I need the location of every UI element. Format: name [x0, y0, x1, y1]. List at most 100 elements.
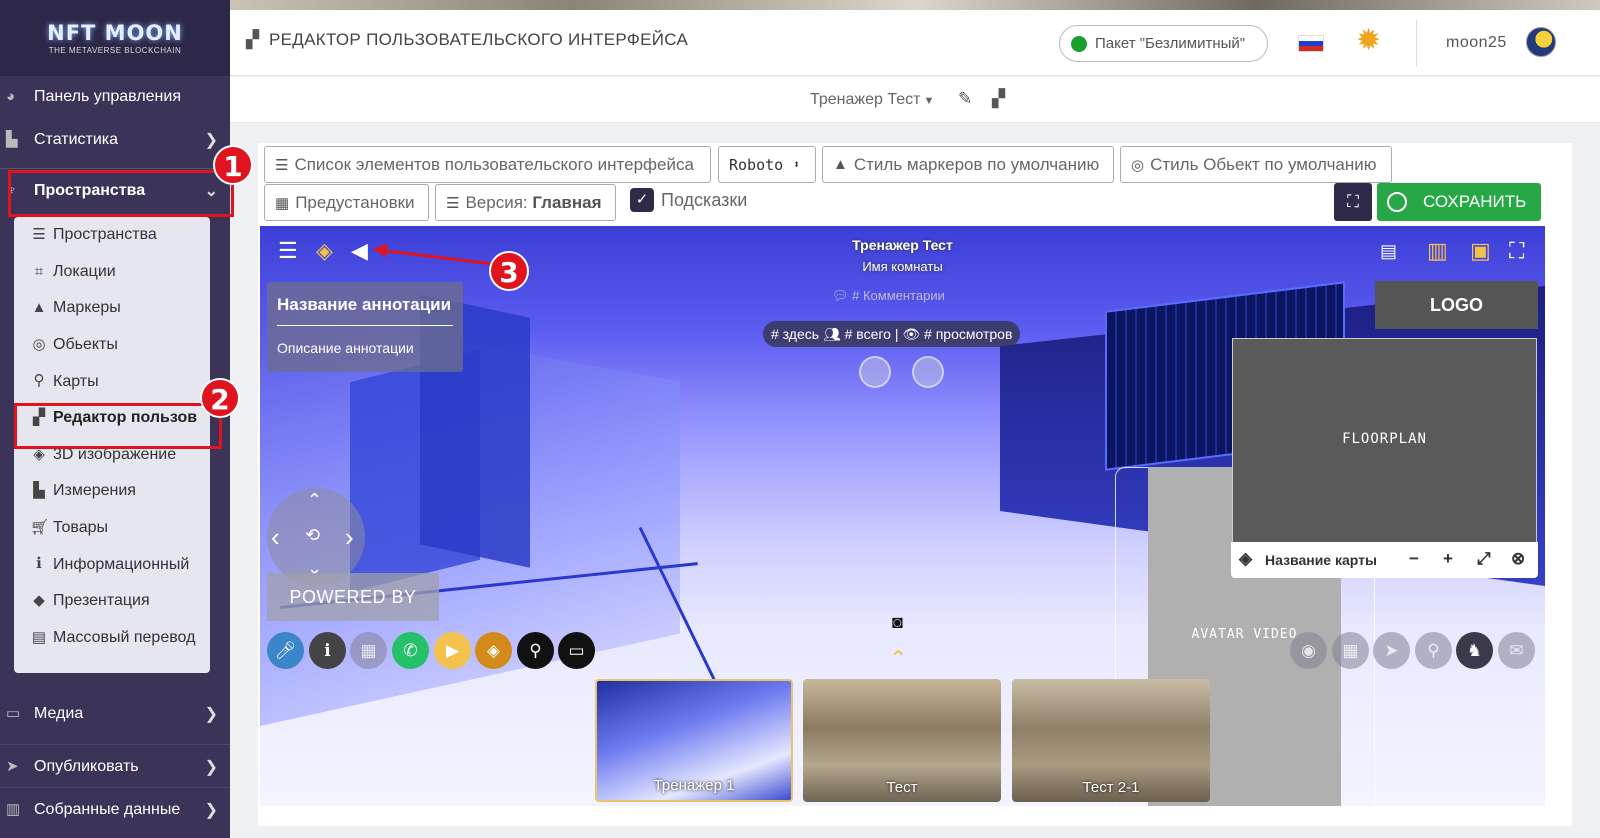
- step-badge-1: 1: [213, 145, 253, 185]
- vr-headset-icon[interactable]: ◙: [892, 612, 903, 633]
- submenu-presentation[interactable]: ◆ Презентация: [14, 583, 210, 620]
- chevron-left-icon[interactable]: ‹: [271, 522, 280, 553]
- panorama-hotspot[interactable]: [859, 356, 891, 388]
- status-dot-icon: [1071, 36, 1087, 52]
- speaker-icon[interactable]: ◀︎: [351, 239, 368, 263]
- gallery-button[interactable]: ▦: [1332, 632, 1369, 669]
- chevron-up-icon[interactable]: ⌃: [307, 490, 322, 511]
- navigation-joystick[interactable]: ⌃ ‹ ⟲ › ⌄: [267, 488, 365, 586]
- expand-icon[interactable]: ⤢: [1477, 549, 1491, 569]
- room-thumbnail[interactable]: Тренажер 1: [595, 679, 793, 802]
- video-call-button[interactable]: ▶: [434, 632, 471, 669]
- header-divider: [1416, 20, 1417, 66]
- close-icon[interactable]: ⊗: [1511, 549, 1525, 569]
- chevron-right-icon: ❯: [204, 802, 218, 819]
- floorplan-panel[interactable]: FLOORPLAN: [1232, 338, 1537, 543]
- telegram-button[interactable]: ➤: [1373, 632, 1410, 669]
- chevron-right-icon[interactable]: ›: [345, 522, 354, 553]
- target-icon: ◎: [1131, 156, 1145, 174]
- plus-icon[interactable]: +: [1443, 549, 1453, 569]
- submenu-info[interactable]: ℹ Информационный: [14, 546, 210, 583]
- minus-icon[interactable]: −: [1409, 549, 1419, 569]
- layers-icon[interactable]: ◈: [316, 239, 333, 263]
- nav-statistics[interactable]: ▙ Статистика ❯: [0, 118, 230, 162]
- tour-viewer[interactable]: ☰ ◈ ◀︎ Тренажер Тест Имя комнаты 💬︎ # Ко…: [260, 226, 1545, 806]
- gallery-button[interactable]: ▦: [350, 632, 387, 669]
- nav-collected-data[interactable]: ▥ Собранные данные ❯: [0, 787, 230, 831]
- room-thumbnail[interactable]: Тест 2-1: [1012, 679, 1210, 802]
- visitor-stats: # здесь 👥︎ # всего | 👁︎ # просмотров: [763, 321, 1021, 347]
- 3d-object-button[interactable]: ◈: [475, 632, 512, 669]
- comments-label: # Комментарии: [852, 288, 945, 303]
- username[interactable]: moon25: [1446, 34, 1507, 52]
- plan-badge[interactable]: Пакет "Безлимитный": [1059, 25, 1268, 62]
- russian-flag-icon[interactable]: [1298, 35, 1324, 52]
- location-pin-button[interactable]: ⚲: [517, 632, 554, 669]
- list-icon: ☰: [32, 226, 46, 243]
- info-button[interactable]: ℹ: [309, 632, 346, 669]
- nav-dashboard[interactable]: ◕ Панель управления: [0, 75, 230, 119]
- presentation-button[interactable]: ▭: [558, 632, 595, 669]
- avatar[interactable]: [1526, 27, 1556, 57]
- chat-button[interactable]: ✉: [1498, 632, 1535, 669]
- stats-total: # всего: [844, 326, 891, 342]
- app-logo[interactable]: NFT MOON THE METAVERSE BLOCKCHAIN: [0, 0, 230, 76]
- rotate-icon[interactable]: ⟲: [305, 525, 320, 546]
- submenu-objects[interactable]: ◎ Обьекты: [14, 327, 210, 364]
- menu-icon[interactable]: ☰: [278, 239, 298, 263]
- camera-button[interactable]: ◉: [1290, 632, 1327, 669]
- fullscreen-button[interactable]: ⛶: [1334, 183, 1372, 221]
- font-value: Roboto: [729, 155, 784, 174]
- hints-toggle[interactable]: ✓ Подсказки: [630, 188, 747, 212]
- location-pin-button[interactable]: ⚲: [1415, 632, 1452, 669]
- chevron-up-icon[interactable]: ⌃: [889, 646, 907, 672]
- marker-style-button[interactable]: ▲ Стиль маркеров по умолчанию: [822, 146, 1114, 183]
- media-icon: ▭: [6, 705, 21, 722]
- checkbox-checked-icon[interactable]: ✓: [630, 188, 654, 212]
- submenu-measurements[interactable]: ▙ Измерения: [14, 473, 210, 510]
- submenu-mass-translate[interactable]: ▤ Массовый перевод: [14, 620, 210, 657]
- presets-button[interactable]: ▦ Предустановки: [264, 184, 429, 221]
- annotation-card: Название аннотации Описание аннотации: [267, 282, 463, 372]
- nav-media[interactable]: ▭ Медиа ❯: [0, 692, 230, 736]
- submenu-spaces[interactable]: ☰ Пространства: [14, 217, 210, 254]
- page-title: ▞ РЕДАКТОР ПОЛЬЗОВАТЕЛЬСКОГО ИНТЕРФЕЙСА: [246, 30, 688, 50]
- highlight-spaces: [8, 170, 234, 217]
- button-label: Предустановки: [295, 192, 415, 212]
- sun-icon[interactable]: ✹: [1356, 26, 1381, 56]
- object-style-button[interactable]: ◎ Стиль Обьект по умолчанию: [1120, 146, 1392, 183]
- edit-icon[interactable]: ✎: [958, 89, 972, 109]
- submenu-maps[interactable]: ⚲ Карты: [14, 363, 210, 400]
- font-select[interactable]: Roboto ⬍: [718, 146, 816, 183]
- tour-selector[interactable]: Тренажер Тест ▼: [810, 91, 934, 109]
- submenu-label: Информационный: [53, 555, 190, 573]
- panorama-hotspot[interactable]: [912, 356, 944, 388]
- us-flag-icon[interactable]: ▤: [1380, 239, 1397, 263]
- submenu-markers[interactable]: ▲ Маркеры: [14, 290, 210, 327]
- powered-by-badge[interactable]: POWERED BY: [267, 573, 439, 621]
- dashboard-icon: ◕: [6, 88, 16, 105]
- caret-down-icon: ▼: [923, 95, 935, 107]
- image-icon: ▲: [833, 156, 848, 173]
- room-thumbnail[interactable]: Тест: [803, 679, 1001, 802]
- stats-separator: |: [894, 326, 899, 342]
- avatar-button[interactable]: ♞: [1456, 632, 1493, 669]
- floorplan-icon[interactable]: ▣: [1470, 239, 1491, 263]
- translate-icon: ▤: [31, 628, 47, 646]
- map-icon[interactable]: ▥: [1427, 239, 1448, 263]
- nav-label: Медиа: [34, 705, 84, 722]
- version-button[interactable]: ☰ Версия: Главная: [435, 184, 616, 221]
- submenu-label: Товары: [53, 519, 109, 537]
- fullscreen-icon[interactable]: ⛶: [1509, 239, 1524, 263]
- comments-count[interactable]: 💬︎ # Комментарии: [832, 288, 945, 304]
- nav-publish[interactable]: ➤ Опубликовать ❯: [0, 744, 230, 788]
- users-icon: 👥︎: [822, 326, 845, 342]
- submenu-locations[interactable]: ⌗ Локации: [14, 254, 210, 291]
- save-button[interactable]: СОХРАНИТЬ: [1377, 183, 1541, 221]
- ui-editor-icon[interactable]: ▞: [992, 89, 1005, 109]
- whatsapp-button[interactable]: ✆: [392, 632, 429, 669]
- submenu-label: Пространства: [53, 226, 157, 244]
- microphone-button[interactable]: 🎤︎: [267, 632, 304, 669]
- submenu-products[interactable]: 🛒︎ Товары: [14, 510, 210, 547]
- ui-elements-list-button[interactable]: ☰ Список элементов пользовательского инте…: [264, 146, 711, 183]
